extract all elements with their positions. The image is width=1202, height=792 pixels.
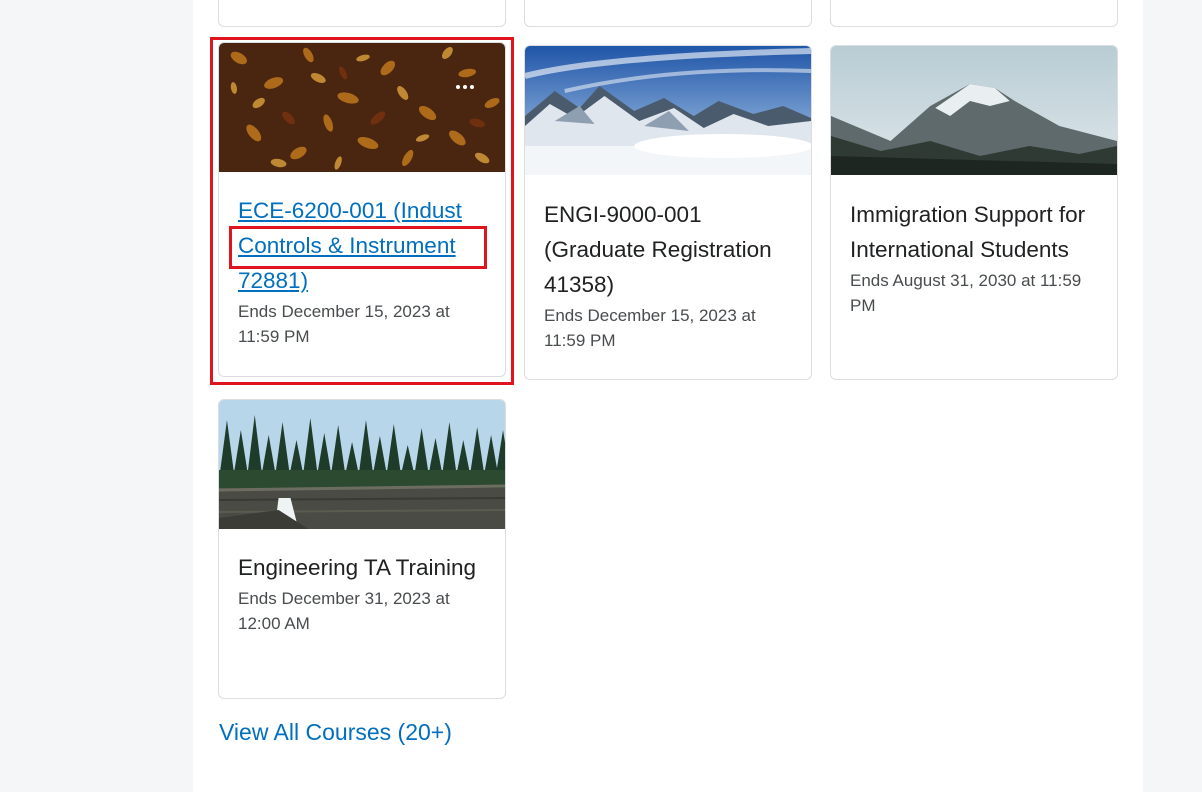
course-image-snowy-mountains[interactable] [525, 46, 811, 175]
course-card-engi9000[interactable]: ENGI-9000-001 (Graduate Registration 413… [524, 45, 812, 380]
course-end-date: Ends December 31, 2023 at 12:00 AM [238, 589, 450, 633]
course-image-rocky-peak[interactable] [831, 46, 1117, 175]
course-card-ece6200[interactable]: ECE-6200-001 (Indust Controls & Instrume… [218, 42, 506, 377]
course-card-engineering-ta[interactable]: Engineering TA Training Ends December 31… [218, 399, 506, 699]
course-image-forest-waterfall[interactable] [219, 400, 505, 529]
course-card-stub[interactable] [218, 0, 506, 27]
more-options-icon[interactable] [441, 65, 489, 109]
course-title[interactable]: Engineering TA Training [238, 550, 489, 585]
course-end-date: Ends December 15, 2023 at 11:59 PM [238, 302, 450, 346]
course-card-immigration[interactable]: Immigration Support for International St… [830, 45, 1118, 380]
course-card-stub[interactable] [830, 0, 1118, 27]
view-all-courses-link[interactable]: View All Courses (20+) [219, 716, 452, 748]
course-title[interactable]: Immigration Support for International St… [850, 197, 1101, 267]
course-title[interactable]: ENGI-9000-001 (Graduate Registration 413… [544, 197, 795, 302]
course-end-date: Ends December 15, 2023 at 11:59 PM [544, 306, 756, 350]
course-end-date: Ends August 31, 2030 at 11:59 PM [850, 271, 1082, 315]
course-title-link[interactable]: ECE-6200-001 (Indust Controls & Instrume… [238, 193, 489, 298]
course-card-stub[interactable] [524, 0, 812, 27]
